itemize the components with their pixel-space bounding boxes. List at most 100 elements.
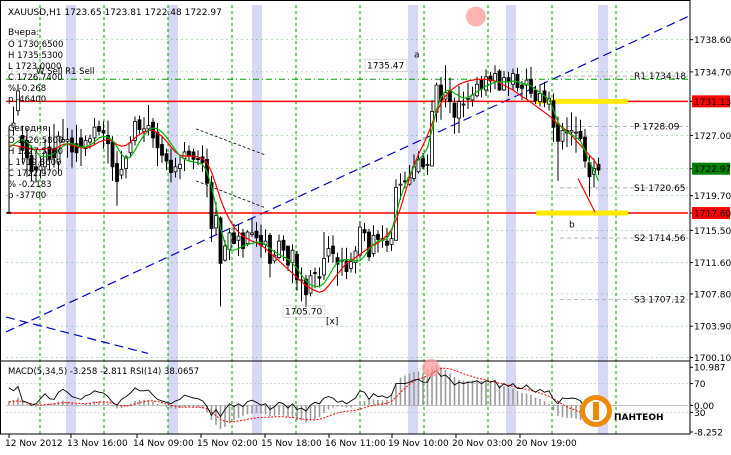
y-tick-label: 1734.70 (694, 68, 731, 78)
candle-body (560, 130, 565, 142)
candle-body (425, 163, 430, 166)
candle-body (385, 240, 389, 246)
candle-body (250, 232, 254, 235)
indicator-tick-label: 70 (694, 380, 706, 390)
candle-body (137, 119, 142, 131)
candle-body (493, 73, 497, 82)
candle-body (290, 249, 295, 263)
indicator-tick-label: 10.987 (694, 364, 726, 374)
candle-body (520, 84, 524, 89)
candle-body (160, 144, 164, 156)
candle-body (281, 239, 286, 251)
pivot-label: S1 1720.65 (634, 184, 686, 194)
y-tick-label: 1707.80 (694, 290, 731, 300)
candle-body (232, 232, 236, 244)
y-tick-label: 1715.50 (694, 227, 731, 237)
today-line: % -0.2183 (8, 180, 52, 190)
symbol-label: XAUUSD,H1 1723.65 1723.81 1722.48 1722.9… (8, 8, 222, 18)
chart-background (0, 0, 731, 455)
session-band (506, 5, 516, 434)
candle-body (128, 142, 133, 154)
indicator-tick-label: -8.252 (694, 429, 723, 439)
candle-body (322, 258, 326, 276)
y-tick-label: 1719.70 (694, 192, 731, 202)
macd-peak-marker (422, 359, 440, 377)
candle-body (358, 226, 362, 256)
y-tick-label: 1722.97 (694, 165, 731, 175)
candle-body (398, 183, 403, 186)
yesterday-title: Вчера: (8, 28, 39, 38)
candle-body (169, 159, 173, 173)
candle-body (452, 102, 457, 118)
session-band (408, 5, 418, 434)
today-title: Сегодня: (8, 124, 51, 134)
candle-body (119, 168, 124, 176)
candle-body (326, 248, 331, 257)
chart: R1 1734.18 P 1728.09 S1 1720.65 S2 1714.56 S… (0, 0, 731, 455)
candle-body (389, 238, 394, 245)
candle-body (164, 153, 169, 162)
candle-body (79, 137, 83, 148)
candle-body (146, 125, 151, 130)
candle-body (187, 150, 191, 157)
session-band (252, 5, 262, 434)
candle-body (115, 163, 119, 183)
swing-high-marker (466, 6, 486, 27)
today-line: p -37700 (8, 191, 46, 201)
candle-body (497, 70, 502, 91)
yesterday-line: H 1735.5300 (8, 51, 63, 61)
candle-body (227, 232, 232, 250)
candle-body (574, 131, 578, 134)
candle-body (173, 166, 178, 173)
wave-label-x: [x] (326, 317, 338, 327)
indicator-label: MACD(5,34,5) -3.258 -2.811 RSI(14) 38.06… (8, 367, 199, 377)
indicator-tick-label: 30 (694, 409, 706, 419)
today-line: L 1719.8600 (8, 158, 61, 168)
candle-body (457, 101, 461, 119)
logo-text: ПАНТЕОН (614, 413, 664, 423)
x-tick-label: 19 Nov 10:00 (388, 439, 449, 449)
target-zone-lower (536, 210, 628, 216)
x-tick-label: 13 Nov 16:00 (67, 439, 128, 449)
candle-body (7, 211, 11, 214)
y-tick-label: 1738.60 (694, 36, 731, 46)
candle-body (313, 272, 317, 274)
candle-body (578, 130, 583, 140)
candle-body (511, 73, 515, 85)
x-tick-label: 20 Nov 03:00 (452, 439, 513, 449)
wave-label-a: a (414, 51, 420, 61)
candle-body (254, 230, 259, 239)
candle-body (466, 97, 470, 100)
y-tick-label: 1711.60 (694, 259, 731, 269)
candle-body (286, 245, 290, 266)
candle-body (461, 103, 466, 106)
candle-body (376, 234, 380, 240)
candle-body (317, 276, 322, 279)
pivot-label: R1 1734.18 (634, 72, 686, 82)
y-tick-label: 1731.13 (694, 98, 731, 108)
pivot-label: S2 1714.56 (634, 234, 686, 244)
candle-body (92, 126, 97, 139)
candle-body (533, 89, 538, 102)
candle-body (97, 125, 101, 132)
candle-body (538, 92, 542, 102)
candle-body (110, 141, 115, 168)
logo-coin-bar (593, 402, 599, 420)
yesterday-line: O 1730.6500 (8, 40, 63, 50)
y-tick-label: 1703.90 (694, 323, 731, 333)
candle-body (101, 130, 106, 134)
yesterday-line: % -0.268 (8, 84, 46, 94)
today-line: H 1727.5300 (8, 147, 63, 157)
candle-body (556, 123, 560, 142)
today-line: C 1722.9700 (8, 169, 63, 179)
price-label-high: 1735.47 (367, 62, 404, 72)
session-band (598, 5, 608, 434)
x-tick-label: 15 Nov 18:00 (261, 439, 322, 449)
candle-body (362, 229, 367, 234)
x-tick-label: 12 Nov 2012 (5, 439, 63, 449)
candle-body (65, 139, 70, 142)
candle-body (196, 158, 200, 160)
candle-body (88, 138, 92, 143)
y-tick-label: 1727.00 (694, 132, 731, 142)
candle-body (421, 158, 425, 168)
